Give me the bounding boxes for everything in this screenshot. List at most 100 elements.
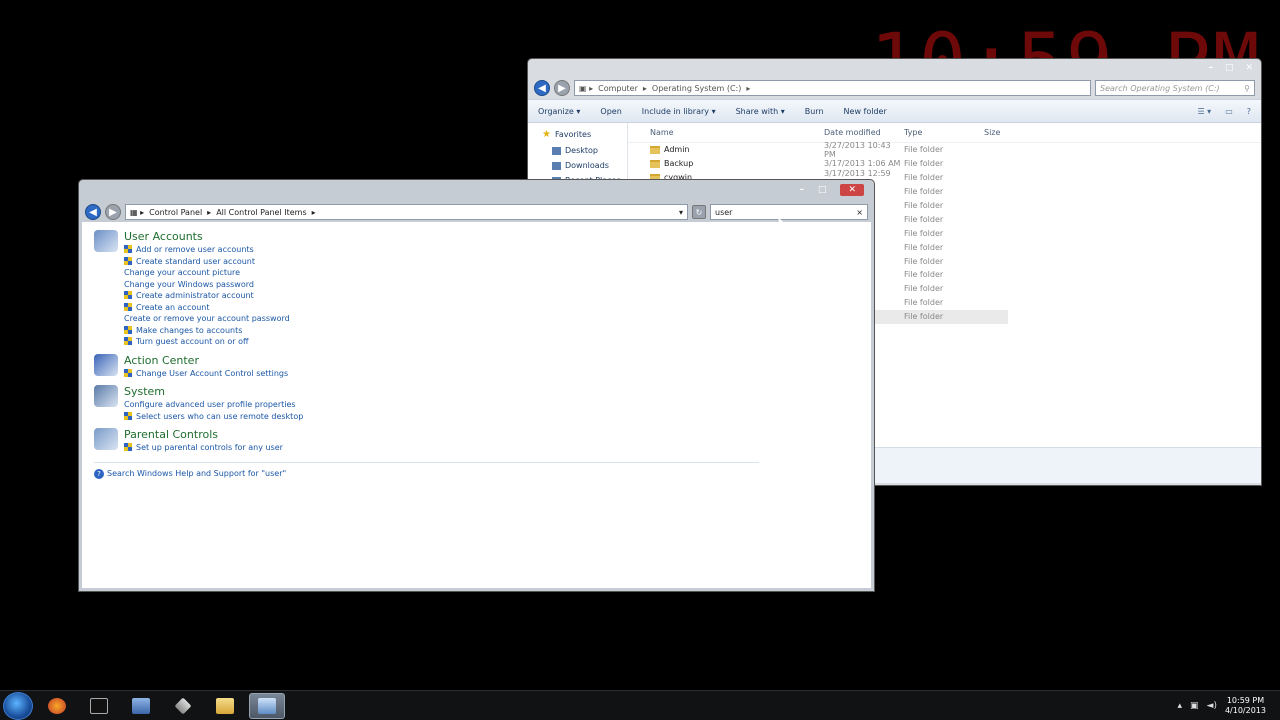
uac-shield-icon <box>124 302 133 312</box>
explorer-address-row: ◀ ▶ ▣ ▸ Computer ▸ Operating System (C:)… <box>528 77 1261 99</box>
back-arrow-icon[interactable]: ◀ <box>85 204 101 220</box>
category-title[interactable]: Parental Controls <box>124 428 283 442</box>
task-label: Turn guest account on or off <box>136 337 249 347</box>
file-row[interactable]: Backup 3/17/2013 1:06 AM File folder <box>628 157 1261 171</box>
task-link[interactable]: Change your Windows password <box>124 279 290 291</box>
breadcrumb-drive[interactable]: Operating System (C:) <box>652 84 741 93</box>
task-link[interactable]: Create or remove your account password <box>124 313 290 325</box>
folder-icon <box>216 697 234 714</box>
file-type: File folder <box>904 312 944 322</box>
help-icon[interactable]: ? <box>1247 107 1251 116</box>
maximize-icon[interactable]: □ <box>1225 63 1234 73</box>
explorer-caption[interactable]: – □ ✕ <box>528 59 1261 77</box>
view-icon[interactable]: ☰ ▾ <box>1197 107 1211 116</box>
close-icon[interactable]: ✕ <box>1245 63 1253 73</box>
chevron-right-icon: ▸ <box>642 83 647 93</box>
forward-arrow-icon[interactable]: ▶ <box>554 80 570 96</box>
task-link[interactable]: Create an account <box>124 302 290 314</box>
breadcrumb-control-panel[interactable]: Control Panel <box>149 208 202 217</box>
task-label: Configure advanced user profile properti… <box>124 400 296 410</box>
task-link[interactable]: Turn guest account on or off <box>124 336 290 348</box>
column-type[interactable]: Type <box>904 128 984 137</box>
desktop-icon <box>552 146 561 155</box>
control-panel-caption[interactable]: – □ ✕ <box>79 180 874 200</box>
column-headers: Name Date modified Type Size <box>628 123 1261 143</box>
firefox-taskbar-button[interactable] <box>39 693 75 719</box>
tool-taskbar-button[interactable] <box>165 693 201 719</box>
task-link[interactable]: Configure advanced user profile properti… <box>124 399 303 411</box>
file-date: 3/27/2013 10:43 PM <box>824 140 891 159</box>
include-in-library-button[interactable]: Include in library ▾ <box>642 107 716 116</box>
forward-arrow-icon[interactable]: ▶ <box>105 204 121 220</box>
network-icon[interactable]: ▣ <box>1190 701 1199 711</box>
category-title[interactable]: User Accounts <box>124 230 290 244</box>
close-icon[interactable]: ✕ <box>840 184 864 196</box>
uac-shield-icon <box>124 443 133 452</box>
back-arrow-icon[interactable]: ◀ <box>534 80 550 96</box>
file-type: File folder <box>904 284 944 294</box>
column-name[interactable]: Name <box>650 128 824 137</box>
network-taskbar-button[interactable] <box>123 693 159 719</box>
dropdown-arrow-icon[interactable]: ▾ <box>679 208 683 217</box>
downloads-icon <box>552 161 561 170</box>
category-title[interactable]: System <box>124 385 303 399</box>
new-folder-button[interactable]: New folder <box>844 107 887 116</box>
burn-button[interactable]: Burn <box>805 107 824 116</box>
task-link[interactable]: Change your account picture <box>124 267 290 279</box>
preview-pane-icon[interactable]: ▭ <box>1225 107 1233 116</box>
control-panel-window[interactable]: – □ ✕ ◀ ▶ ▦ ▸ Control Panel ▸ All Contro… <box>78 179 875 592</box>
explorer-taskbar-button[interactable] <box>207 693 243 719</box>
task-label: Add or remove user accounts <box>136 245 254 255</box>
breadcrumb-computer[interactable]: Computer <box>598 84 638 93</box>
chevron-right-icon: ▸ <box>207 207 212 217</box>
cp-search-input[interactable]: user × <box>710 204 868 220</box>
help-search-link[interactable]: ? Search Windows Help and Support for "u… <box>94 468 859 479</box>
minimize-icon[interactable]: – <box>799 185 804 195</box>
star-icon: ★ <box>542 129 551 140</box>
share-with-button[interactable]: Share with ▾ <box>736 107 785 116</box>
cp-address-bar[interactable]: ▦ ▸ Control Panel ▸ All Control Panel It… <box>125 204 688 220</box>
task-link[interactable]: Add or remove user accounts <box>124 244 290 256</box>
explorer-search-input[interactable]: Search Operating System (C:) ⚲ <box>1095 80 1255 96</box>
task-link[interactable]: Select users who can use remote desktop <box>124 411 303 423</box>
task-link[interactable]: Change User Account Control settings <box>124 368 288 380</box>
cmd-taskbar-button[interactable] <box>81 693 117 719</box>
help-link-label: Search Windows Help and Support for "use… <box>107 469 287 478</box>
control-panel-taskbar-button[interactable] <box>249 692 285 719</box>
explorer-toolbar: Organize ▾ Open Include in library ▾ Sha… <box>528 99 1261 123</box>
start-button[interactable] <box>3 691 33 720</box>
task-link[interactable]: Create administrator account <box>124 290 290 302</box>
task-label: Create administrator account <box>136 291 254 301</box>
uac-shield-icon <box>124 256 133 266</box>
file-type: File folder <box>904 242 944 252</box>
column-date[interactable]: Date modified <box>824 128 904 137</box>
nav-item-label: Desktop <box>565 146 598 155</box>
file-row[interactable]: Admin 3/27/2013 10:43 PM File folder <box>628 140 1261 159</box>
search-value: user <box>715 207 733 217</box>
task-label: Create standard user account <box>136 256 256 266</box>
cp-address-row: ◀ ▶ ▦ ▸ Control Panel ▸ All Control Pane… <box>79 200 874 224</box>
terminal-icon <box>90 697 108 714</box>
breadcrumb-all-items[interactable]: All Control Panel Items <box>216 208 306 217</box>
file-type: File folder <box>904 298 944 308</box>
column-size[interactable]: Size <box>984 128 1044 137</box>
task-link[interactable]: Set up parental controls for any user <box>124 442 283 454</box>
category-title[interactable]: Action Center <box>124 354 288 368</box>
task-link[interactable]: Create standard user account <box>124 256 290 268</box>
refresh-icon[interactable]: ↻ <box>692 205 706 219</box>
nav-item-desktop[interactable]: Desktop <box>542 146 627 155</box>
open-button[interactable]: Open <box>600 107 621 116</box>
maximize-icon[interactable]: □ <box>818 185 827 195</box>
task-link[interactable]: Make changes to accounts <box>124 325 290 337</box>
task-label: Create or remove your account password <box>124 314 290 324</box>
clear-search-icon[interactable]: × <box>856 208 863 217</box>
explorer-address-bar[interactable]: ▣ ▸ Computer ▸ Operating System (C:) ▸ <box>574 80 1091 96</box>
volume-icon[interactable]: ◄) <box>1207 701 1217 711</box>
taskbar-clock[interactable]: 10:59 PM 4/10/2013 <box>1225 696 1266 716</box>
nav-item-downloads[interactable]: Downloads <box>542 161 627 170</box>
nav-favorites[interactable]: ★ Favorites <box>542 129 627 140</box>
chevron-up-icon[interactable]: ▴ <box>1177 701 1182 711</box>
minimize-icon[interactable]: – <box>1208 63 1213 73</box>
organize-button[interactable]: Organize ▾ <box>538 107 580 116</box>
file-name-label: Admin <box>664 145 690 155</box>
